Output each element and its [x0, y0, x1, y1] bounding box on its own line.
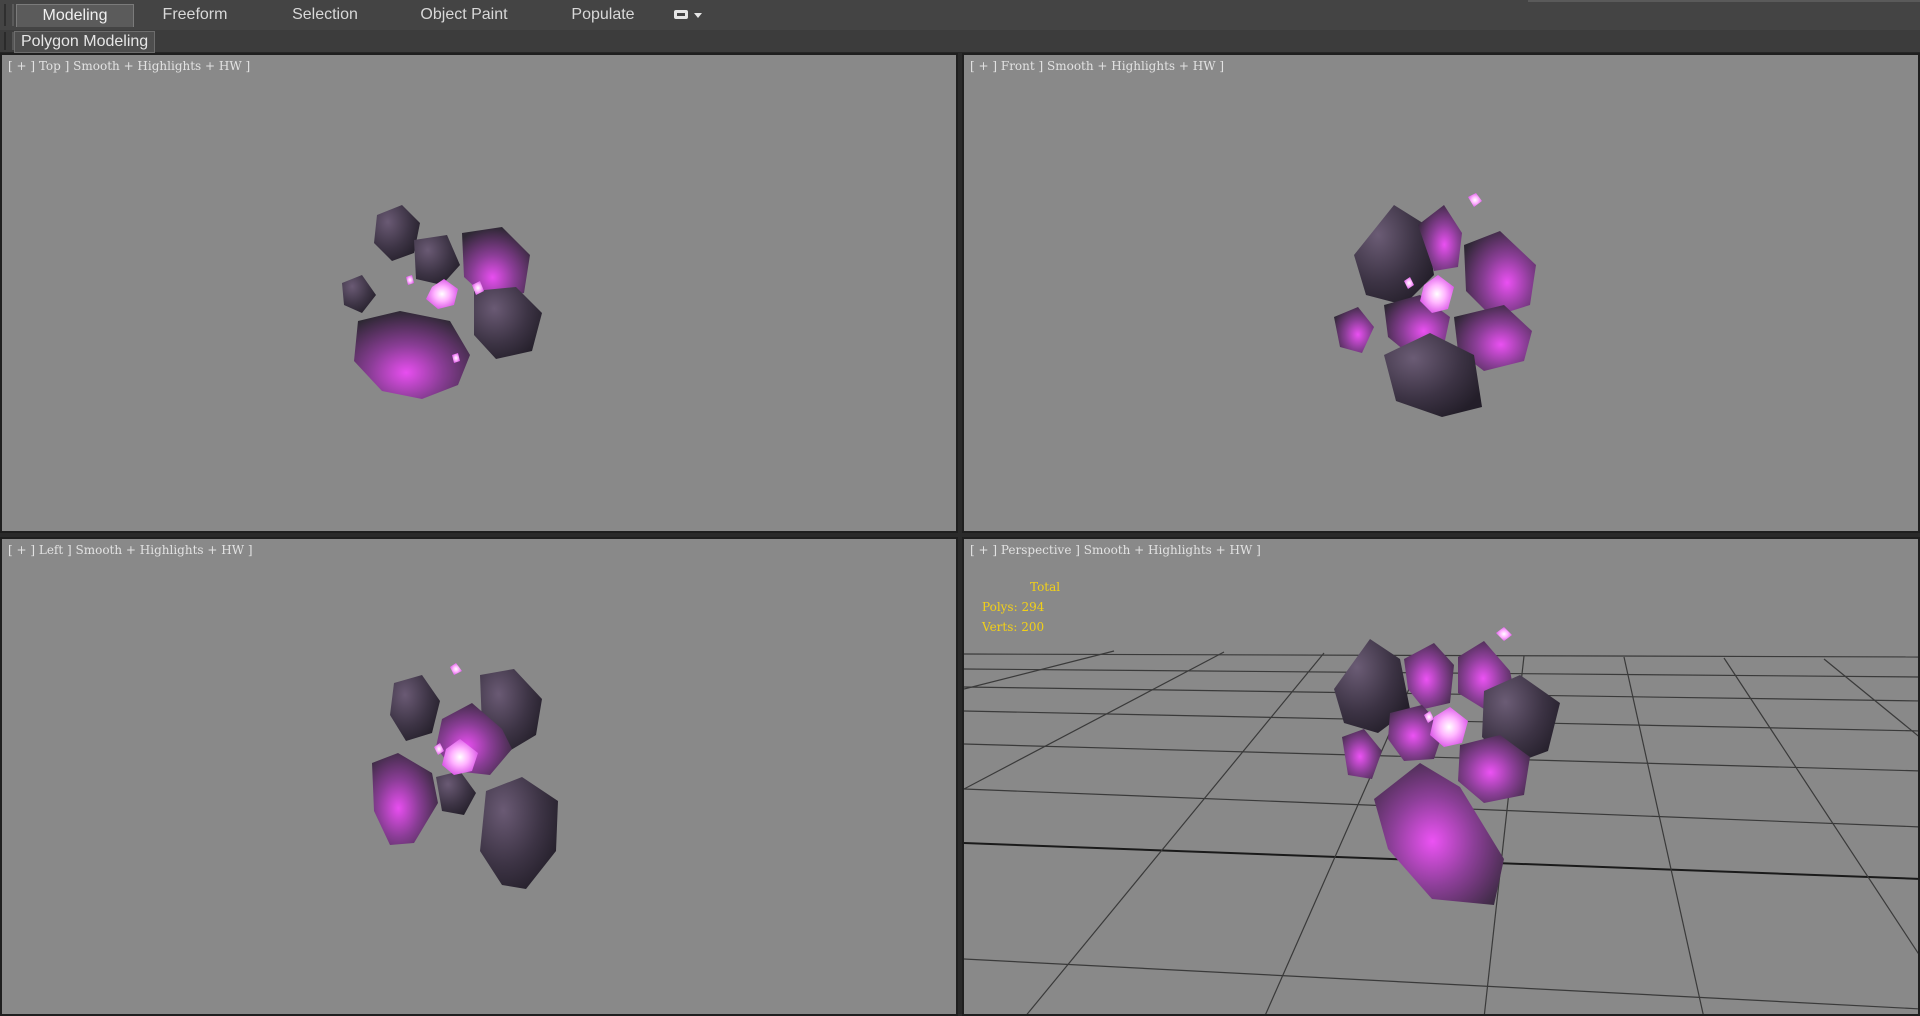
tab-object-paint[interactable]: Object Paint: [400, 4, 528, 26]
viewport-top[interactable]: [ + ] Top ] Smooth + Highlights + HW ]: [0, 53, 958, 533]
grid-line: [964, 651, 1225, 790]
viewport-left[interactable]: [ + ] Left ] Smooth + Highlights + HW ]: [0, 537, 958, 1016]
scene-perspective: [964, 627, 1918, 1014]
grid-line: [1623, 656, 1704, 1014]
rock: [1354, 205, 1434, 305]
rock: [390, 675, 440, 741]
rock: [342, 275, 376, 313]
grid-line: [1723, 657, 1918, 955]
toolbar-grip[interactable]: [4, 4, 14, 26]
crystal: [450, 663, 462, 675]
divider: [1528, 0, 1920, 2]
tab-modeling[interactable]: Modeling: [16, 4, 134, 27]
rock: [462, 227, 530, 299]
scene-left: [372, 663, 558, 889]
rock: [474, 287, 542, 359]
ribbon-grip[interactable]: [4, 32, 14, 50]
rock: [480, 777, 558, 889]
overflow-menu-icon[interactable]: [672, 8, 708, 24]
crystal: [1468, 193, 1482, 207]
grid-line: [1026, 652, 1325, 1014]
chevron-down-icon: [694, 13, 702, 18]
rock: [1334, 307, 1374, 353]
tab-selection[interactable]: Selection: [270, 4, 380, 26]
ribbon-tab-bar: Modeling Freeform Selection Object Paint…: [0, 0, 1920, 31]
scene-front: [1334, 193, 1536, 417]
scene-top: [342, 205, 542, 399]
tab-populate[interactable]: Populate: [548, 4, 658, 26]
crystal: [406, 275, 414, 285]
ribbon-panel: Polygon Modeling: [0, 30, 1920, 53]
rock: [414, 235, 460, 285]
rock: [1342, 729, 1382, 779]
viewport-perspective[interactable]: [ + ] Perspective ] Smooth + Highlights …: [962, 537, 1920, 1016]
rock: [1464, 231, 1536, 317]
polygon-modeling-button[interactable]: Polygon Modeling: [14, 31, 156, 53]
grid-line: [964, 743, 1918, 772]
grid-line: [964, 958, 1918, 1010]
crystal: [1496, 627, 1512, 641]
crystal: [426, 279, 458, 309]
rock: [372, 753, 438, 845]
overflow-box-icon: [674, 10, 688, 19]
viewport-front[interactable]: [ + ] Front ] Smooth + Highlights + HW ]: [962, 53, 1920, 533]
rock: [374, 205, 420, 261]
rock: [436, 771, 476, 815]
grid-line: [1823, 658, 1918, 737]
tab-freeform[interactable]: Freeform: [140, 4, 250, 26]
rock: [1404, 643, 1454, 709]
